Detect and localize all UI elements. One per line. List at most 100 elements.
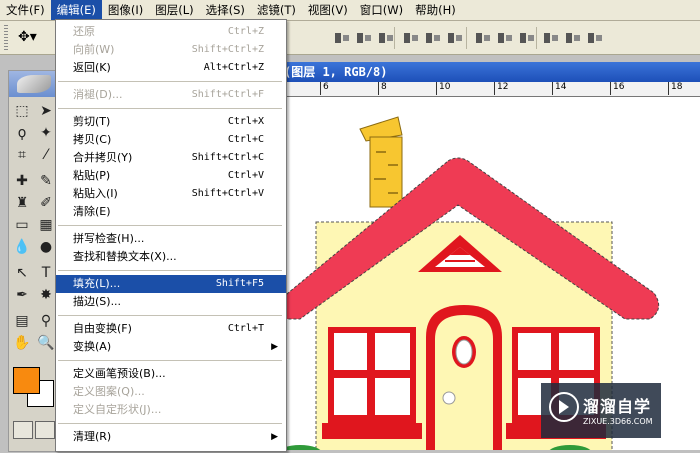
menu-separator	[58, 315, 282, 316]
align-left-icon[interactable]	[402, 31, 420, 45]
distribute-group-horizontal	[542, 31, 604, 45]
menu-item-free-transform[interactable]: 自由变换(F) Ctrl+T	[56, 320, 286, 338]
align-top-icon[interactable]	[333, 31, 351, 45]
ruler-tick: 8	[378, 82, 387, 95]
marquee-tool-icon[interactable]: ⬚	[12, 101, 32, 121]
menu-filter[interactable]: 滤镜(T)	[251, 0, 302, 20]
edit-dropdown-menu: 还原 Ctrl+Z 向前(W) Shift+Ctrl+Z 返回(K) Alt+Ctrl…	[55, 19, 287, 452]
divider	[394, 27, 395, 49]
pen-tool-icon[interactable]: ✒	[12, 285, 32, 305]
menu-view[interactable]: 视图(V)	[302, 0, 354, 20]
submenu-arrow-icon: ▶	[271, 432, 278, 442]
type-tool-icon[interactable]: T	[36, 263, 56, 283]
menu-layer[interactable]: 图层(L)	[149, 0, 199, 20]
clone-stamp-icon[interactable]: ♜	[12, 193, 32, 213]
menu-separator	[58, 270, 282, 271]
align-vcenter-icon[interactable]	[355, 31, 373, 45]
divider	[536, 27, 537, 49]
slice-tool-icon[interactable]: ⁄	[36, 145, 56, 165]
brush-tool-icon[interactable]: ✎	[36, 171, 56, 191]
align-bottom-icon[interactable]	[377, 31, 395, 45]
menu-separator	[58, 423, 282, 424]
distribute-group-vertical	[474, 31, 536, 45]
menu-item-paste[interactable]: 粘贴(P) Ctrl+V	[56, 167, 286, 185]
zoom-tool-icon[interactable]: 🔍	[36, 333, 56, 353]
align-hcenter-icon[interactable]	[424, 31, 442, 45]
toolbar-grip[interactable]	[4, 25, 8, 50]
move-tool-icon[interactable]: ➤	[36, 101, 56, 121]
menu-select[interactable]: 选择(S)	[200, 0, 251, 20]
menu-item-clear[interactable]: 清除(E)	[56, 203, 286, 221]
menu-item-define-brush[interactable]: 定义画笔预设(B)...	[56, 365, 286, 383]
notes-tool-icon[interactable]: ▤	[12, 311, 32, 331]
crop-tool-icon[interactable]: ⌗	[12, 145, 32, 165]
quickmask-mode-icon[interactable]	[35, 421, 55, 439]
document-title-bar: (图层 1, RGB/8)	[280, 62, 700, 82]
menu-item-step-backward[interactable]: 返回(K) Alt+Ctrl+Z	[56, 59, 286, 77]
eraser-tool-icon[interactable]: ▭	[12, 215, 32, 235]
standard-mode-icon[interactable]	[13, 421, 33, 439]
menu-item-stroke[interactable]: 描边(S)...	[56, 293, 286, 311]
menu-file[interactable]: 文件(F)	[0, 0, 51, 20]
menu-image[interactable]: 图像(I)	[102, 0, 149, 20]
menu-separator	[58, 225, 282, 226]
submenu-arrow-icon: ▶	[271, 342, 278, 352]
magic-wand-icon[interactable]: ✦	[36, 123, 56, 143]
path-select-icon[interactable]: ↖	[12, 263, 32, 283]
menu-item-fill[interactable]: 填充(L)... Shift+F5	[56, 275, 286, 293]
menu-item-define-pattern[interactable]: 定义图案(Q)...	[56, 383, 286, 401]
menu-window[interactable]: 窗口(W)	[354, 0, 409, 20]
play-logo-icon	[549, 392, 579, 422]
menu-item-step-forward[interactable]: 向前(W) Shift+Ctrl+Z	[56, 41, 286, 59]
blur-tool-icon[interactable]: 💧	[12, 237, 32, 257]
document-title: (图层 1, RGB/8)	[284, 65, 388, 79]
hand-tool-icon[interactable]: ✋	[12, 333, 32, 353]
menu-help[interactable]: 帮助(H)	[409, 0, 462, 20]
menu-item-purge[interactable]: 清理(R) ▶	[56, 428, 286, 446]
left-window	[322, 327, 422, 439]
healing-brush-icon[interactable]: ✚	[12, 171, 32, 191]
align-group-vertical	[333, 31, 395, 45]
ruler-tick: 14	[552, 82, 566, 95]
align-group-horizontal	[402, 31, 464, 45]
shape-tool-icon[interactable]: ✸	[36, 285, 56, 305]
history-brush-icon[interactable]: ✐	[36, 193, 56, 213]
menu-separator	[58, 360, 282, 361]
distribute-hcenter-icon[interactable]	[564, 31, 582, 45]
menu-item-cut[interactable]: 剪切(T) Ctrl+X	[56, 113, 286, 131]
menu-item-check-spelling[interactable]: 拼写检查(H)...	[56, 230, 286, 248]
horizontal-ruler: 6 8 10 12 14 16 18	[280, 82, 700, 97]
menu-item-define-custom-shape[interactable]: 定义自定形状(J)...	[56, 401, 286, 419]
watermark-url: ZIXUE.3D66.COM	[583, 417, 653, 426]
watermark-name: 溜溜自学	[583, 397, 652, 416]
distribute-bottom-icon[interactable]	[518, 31, 536, 45]
menu-item-fade[interactable]: 消褪(D)... Shift+Ctrl+F	[56, 86, 286, 104]
menu-edit[interactable]: 编辑(E)	[50, 0, 102, 20]
menu-item-transform[interactable]: 变换(A) ▶	[56, 338, 286, 356]
menu-item-find-replace[interactable]: 查找和替换文本(X)...	[56, 248, 286, 266]
move-tool-icon[interactable]: ✥▾	[18, 29, 46, 47]
menu-bar: 文件(F) 编辑(E) 图像(I) 图层(L) 选择(S) 滤镜(T) 视图(V…	[0, 0, 700, 21]
eyedropper-icon[interactable]: ⚲	[36, 311, 56, 331]
ruler-tick: 10	[436, 82, 450, 95]
gradient-tool-icon[interactable]: ▦	[36, 215, 56, 235]
ruler-tick: 12	[494, 82, 508, 95]
menu-item-undo[interactable]: 还原 Ctrl+Z	[56, 23, 286, 41]
menu-separator	[58, 108, 282, 109]
menu-item-copy-merged[interactable]: 合并拷贝(Y) Shift+Ctrl+C	[56, 149, 286, 167]
lasso-tool-icon[interactable]: ϙ	[12, 123, 32, 143]
tool-palette: ⬚ ➤ ϙ ✦ ⌗ ⁄ ✚ ✎ ♜ ✐ ▭ ▦ 💧 ● ↖ T ✒ ✸ ▤ ⚲ …	[8, 70, 62, 452]
distribute-vcenter-icon[interactable]	[496, 31, 514, 45]
menu-item-copy[interactable]: 拷贝(C) Ctrl+C	[56, 131, 286, 149]
dodge-tool-icon[interactable]: ●	[36, 237, 56, 257]
palette-header	[9, 71, 61, 97]
divider	[466, 27, 467, 49]
distribute-left-icon[interactable]	[542, 31, 560, 45]
menu-item-paste-into[interactable]: 粘贴入(I) Shift+Ctrl+V	[56, 185, 286, 203]
watermark-badge: 溜溜自学 ZIXUE.3D66.COM	[541, 383, 661, 438]
distribute-right-icon[interactable]	[586, 31, 604, 45]
chimney	[359, 116, 403, 208]
foreground-color-swatch[interactable]	[13, 367, 40, 394]
align-right-icon[interactable]	[446, 31, 464, 45]
distribute-top-icon[interactable]	[474, 31, 492, 45]
